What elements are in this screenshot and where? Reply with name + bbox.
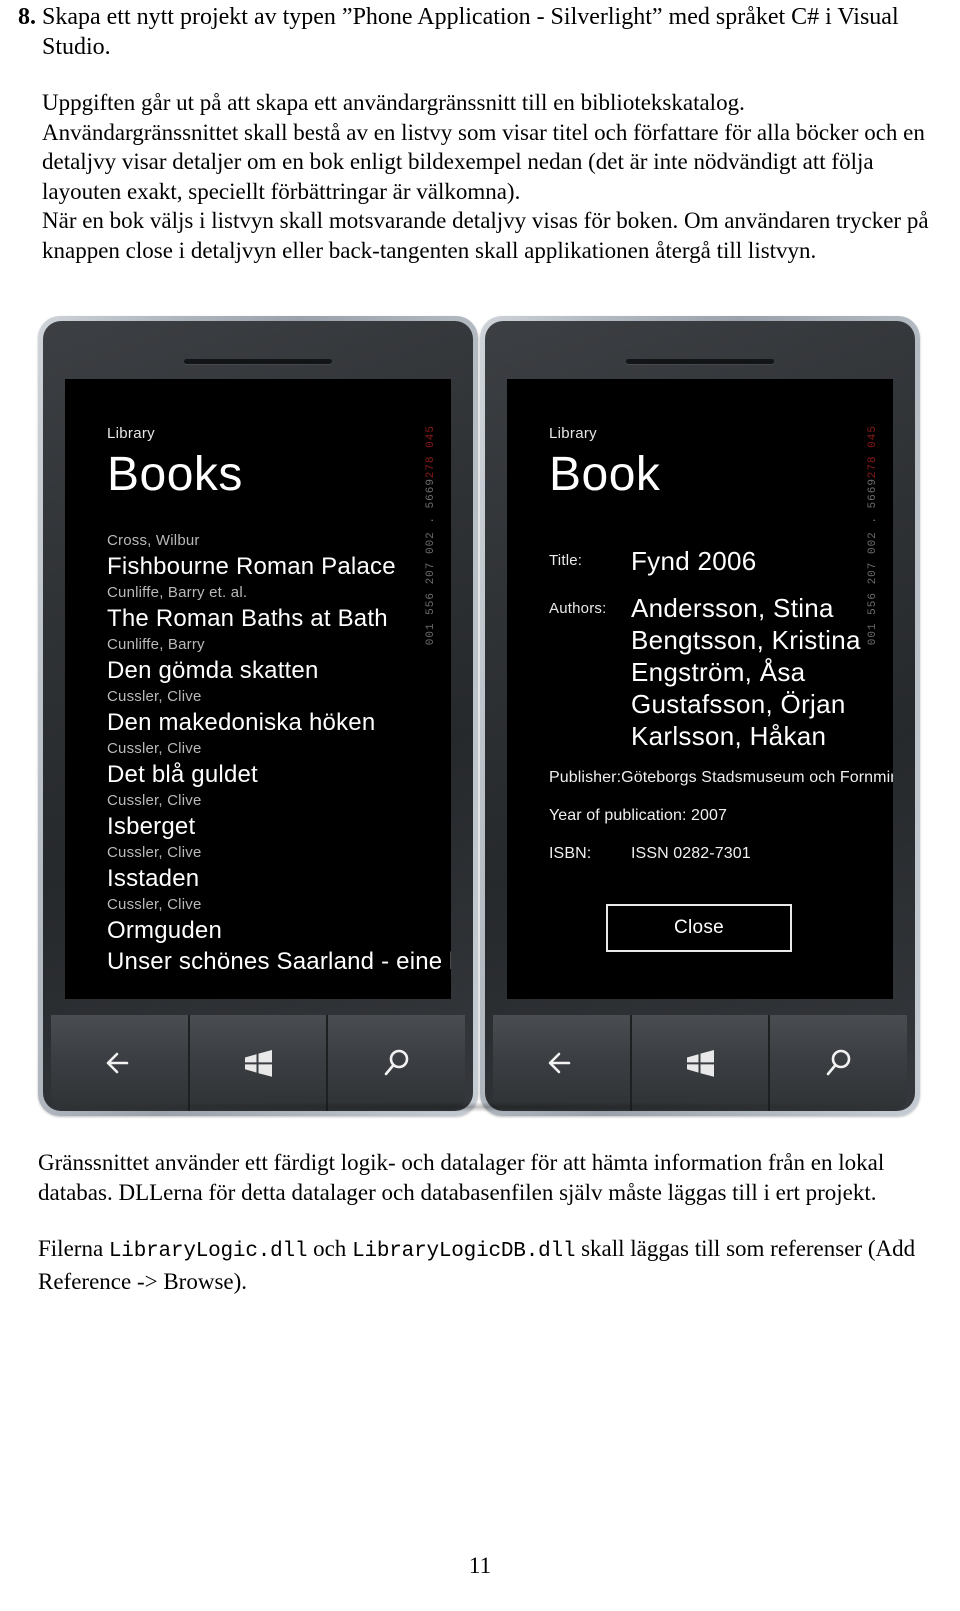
- book-title: Den makedoniska höken: [107, 709, 376, 736]
- list-item[interactable]: Cunliffe, Barry Den gömda skatten: [107, 634, 451, 686]
- search-button[interactable]: [326, 1015, 466, 1111]
- status-strip-gray: 001 556 207 002 . 5669: [867, 478, 879, 646]
- book-author: Cunliffe, Barry: [107, 636, 205, 653]
- windows-logo-icon: [687, 1050, 714, 1077]
- speaker-grill-icon: [184, 359, 332, 364]
- search-icon: [384, 1049, 408, 1076]
- speaker-grill-icon: [626, 359, 774, 364]
- search-button[interactable]: [768, 1015, 908, 1111]
- year-line: Year of publication: 2007: [549, 807, 728, 824]
- title-label: Title:: [549, 552, 583, 569]
- paragraph-1: Uppgiften går ut på att skapa ett använd…: [42, 90, 745, 115]
- status-strip-gray: 001 556 207 002 . 5669: [425, 478, 437, 646]
- isbn-row: ISBN: ISSN 0282-7301: [549, 842, 893, 866]
- isbn-value: ISSN 0282-7301: [631, 845, 751, 862]
- publisher-line: Publisher:Göteborgs Stadsmuseum och Forn…: [549, 769, 893, 786]
- paragraph-3: När en bok väljs i listvyn skall motsvar…: [42, 208, 929, 263]
- book-author: Cross, Wilbur: [107, 532, 200, 549]
- book-author: Cussler, Clive: [107, 792, 202, 809]
- list-item[interactable]: Cussler, Clive Ormguden: [107, 894, 451, 946]
- list-item[interactable]: Cussler, Clive Isstaden: [107, 842, 451, 894]
- book-author: Cussler, Clive: [107, 844, 202, 861]
- app-header-label: Library: [107, 425, 155, 442]
- search-icon: [826, 1049, 850, 1076]
- author-name: Engström, Åsa: [631, 657, 806, 687]
- figure-shadow: [38, 1102, 920, 1112]
- phone-screen: Library Book Title: Fynd 2006 Authors: A…: [507, 379, 893, 999]
- after-figure-text: Gränssnittet använder ett färdigt logik-…: [38, 1148, 936, 1296]
- paragraph-datalager: Gränssnittet använder ett färdigt logik-…: [38, 1150, 885, 1205]
- phone-list-view: Library Books Cross, Wilbur Fishbourne R…: [38, 316, 478, 1116]
- file-name-librarylogicdb: LibraryLogicDB.dll: [352, 1240, 576, 1263]
- authors-list: Andersson, Stina Bengtsson, Kristina Eng…: [631, 592, 861, 752]
- book-list[interactable]: Cross, Wilbur Fishbourne Roman Palace Cu…: [107, 530, 451, 977]
- files-middle: och: [307, 1236, 353, 1261]
- list-item[interactable]: Cussler, Clive Den makedoniska höken: [107, 686, 451, 738]
- phones-figure: Library Books Cross, Wilbur Fishbourne R…: [38, 316, 920, 1116]
- phone-body: Library Book Title: Fynd 2006 Authors: A…: [485, 321, 915, 1111]
- page-number: 11: [468, 1553, 492, 1578]
- status-strip: 278 045 001 556 207 002 . 5669: [425, 425, 447, 965]
- book-title: Isberget: [107, 813, 196, 840]
- close-button-wrap: Close: [549, 904, 893, 952]
- book-author: Cussler, Clive: [107, 740, 202, 757]
- list-item[interactable]: Cunliffe, Barry et. al. The Roman Baths …: [107, 582, 451, 634]
- book-title: Den gömda skatten: [107, 657, 319, 684]
- book-title: Ormguden: [107, 917, 222, 944]
- app-list-screen: Library Books Cross, Wilbur Fishbourne R…: [65, 379, 451, 999]
- hardware-button-row: [51, 1015, 466, 1111]
- detail-row-authors: Authors: Andersson, Stina Bengtsson, Kri…: [549, 592, 893, 752]
- paragraph-files: Filerna LibraryLogic.dll och LibraryLogi…: [38, 1234, 936, 1296]
- list-item[interactable]: Unser schönes Saarland - eine l: [107, 946, 451, 977]
- start-button[interactable]: [629, 1015, 769, 1111]
- book-title: Fishbourne Roman Palace: [107, 553, 396, 580]
- list-item[interactable]: Cussler, Clive Isberget: [107, 790, 451, 842]
- app-page-title: Books: [107, 448, 243, 501]
- book-title: The Roman Baths at Bath: [107, 605, 388, 632]
- back-button[interactable]: [493, 1015, 630, 1111]
- list-item[interactable]: Cussler, Clive Det blå guldet: [107, 738, 451, 790]
- app-page-title: Book: [549, 448, 661, 501]
- phone-screen: Library Books Cross, Wilbur Fishbourne R…: [65, 379, 451, 999]
- status-strip-red: 278 045: [425, 425, 437, 479]
- author-name: Bengtsson, Kristina: [631, 625, 861, 655]
- close-button[interactable]: Close: [606, 904, 792, 952]
- author-name: Gustafsson, Örjan: [631, 689, 846, 719]
- isbn-label: ISBN:: [549, 845, 592, 862]
- document-page: 8. Skapa ett nytt projekt av typen ”Phon…: [0, 0, 960, 1611]
- book-author: Cussler, Clive: [107, 896, 202, 913]
- list-item[interactable]: Cross, Wilbur Fishbourne Roman Palace: [107, 530, 451, 582]
- intro-paragraphs: Uppgiften går ut på att skapa ett använd…: [42, 88, 942, 265]
- file-name-librarylogic: LibraryLogic.dll: [108, 1240, 308, 1263]
- hardware-button-row: [493, 1015, 908, 1111]
- status-strip: 278 045 001 556 207 002 . 5669: [867, 425, 889, 965]
- numbered-item: 8. Skapa ett nytt projekt av typen ”Phon…: [18, 2, 938, 62]
- author-name: Karlsson, Håkan: [631, 721, 827, 751]
- author-name: Andersson, Stina: [631, 593, 834, 623]
- app-detail-screen: Library Book Title: Fynd 2006 Authors: A…: [507, 379, 893, 999]
- detail-row-title: Title: Fynd 2006: [549, 544, 893, 578]
- status-strip-red: 278 045: [867, 425, 879, 479]
- title-value: Fynd 2006: [631, 546, 757, 576]
- book-title: Det blå guldet: [107, 761, 258, 788]
- authors-label: Authors:: [549, 600, 607, 617]
- files-prefix: Filerna: [38, 1236, 109, 1261]
- book-title: Isstaden: [107, 865, 200, 892]
- back-button[interactable]: [51, 1015, 188, 1111]
- back-arrow-icon: [107, 1052, 129, 1074]
- phone-body: Library Books Cross, Wilbur Fishbourne R…: [43, 321, 473, 1111]
- book-detail: Title: Fynd 2006 Authors: Andersson, Sti…: [549, 544, 893, 952]
- windows-logo-icon: [245, 1050, 272, 1077]
- app-header-label: Library: [549, 425, 597, 442]
- book-author: Cunliffe, Barry et. al.: [107, 584, 248, 601]
- phone-detail-view: Library Book Title: Fynd 2006 Authors: A…: [480, 316, 920, 1116]
- back-arrow-icon: [549, 1052, 571, 1074]
- item-number: 8.: [18, 4, 36, 30]
- item-text: Skapa ett nytt projekt av typen ”Phone A…: [42, 4, 899, 60]
- book-title: Unser schönes Saarland - eine l: [107, 948, 451, 975]
- paragraph-2: Användargränssnittet skall bestå av en l…: [42, 119, 925, 204]
- start-button[interactable]: [187, 1015, 327, 1111]
- book-author: Cussler, Clive: [107, 688, 202, 705]
